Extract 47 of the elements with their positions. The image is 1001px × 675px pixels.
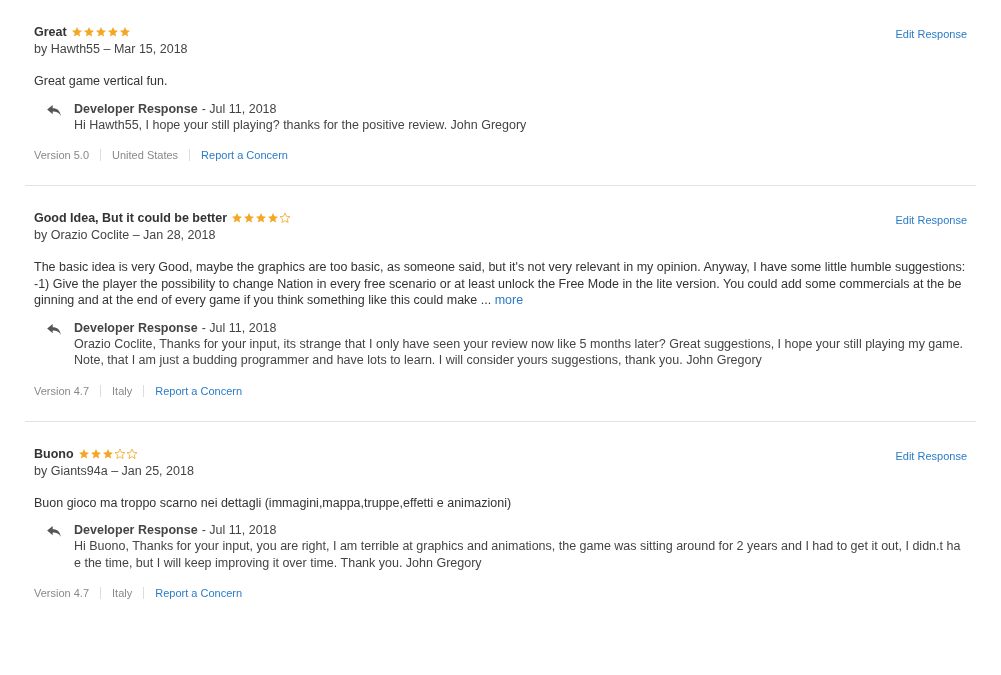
reply-arrow-icon	[47, 104, 62, 116]
edit-response-link[interactable]: Edit Response	[895, 28, 967, 40]
star-icon	[89, 447, 102, 460]
version-label: Version 4.7	[34, 587, 90, 599]
report-concern-link[interactable]: Report a Concern	[143, 587, 243, 599]
review-title: Buono	[34, 446, 74, 461]
response-date: - Jul 11, 2018	[201, 523, 277, 537]
star-icon	[101, 447, 114, 460]
version-label: Version 4.7	[34, 384, 90, 397]
country-label: Italy	[100, 384, 133, 397]
review-byline: by Orazio Coclite – Jan 28, 2018	[34, 228, 217, 242]
star-icon	[77, 447, 90, 460]
review-text: Buon gioco ma troppo scarno nei dettagli (immagini,mappa,truppe,effetti e animazioni)	[34, 494, 513, 511]
star-icon	[94, 26, 107, 38]
response-text: Hi Buono, Thanks for your input, you are right, I am terrible at graphics and animations, the game was sitting around for 2 years and I had to get it out, I didn.t hae the time, but I will keep improving it over time. Thank you. John Gregory	[74, 538, 962, 571]
review-byline: by Hawth55 – Mar 15, 2018	[34, 42, 188, 56]
response-text: Orazio Coclite, Thanks for your input, its strange that I only have seen your review now like 5 months later? Great suggestions, I hope your still playing my game. Note, that I am just a budding programmer and have lots to learn. I will consider yours suggestions, thank you. John Gregory	[74, 335, 965, 369]
review-byline: by Giants94a – Jan 25, 2018	[34, 463, 194, 478]
star-icon	[255, 212, 268, 224]
star-icon	[267, 212, 280, 224]
review-title: Great	[34, 25, 67, 39]
report-concern-link[interactable]: Report a Concern	[143, 384, 243, 397]
star-icon	[82, 26, 95, 38]
review-text: Great game vertical fun.	[34, 73, 169, 90]
more-link[interactable]: more	[494, 293, 524, 307]
edit-response-link[interactable]: Edit Response	[895, 449, 967, 462]
response-date: - Jul 11, 2018	[201, 320, 277, 335]
report-concern-link[interactable]: Report a Concern	[189, 149, 288, 161]
version-label: Version 5.0	[34, 149, 90, 161]
response-heading: Developer Response	[74, 320, 198, 335]
star-icon	[231, 212, 244, 224]
empty-star-icon	[125, 447, 138, 460]
star-icon	[106, 26, 119, 38]
response-heading: Developer Response	[74, 523, 198, 537]
review-title: Good Idea, But it could be better	[34, 211, 228, 225]
edit-response-link[interactable]: Edit Response	[895, 214, 967, 226]
country-label: Italy	[100, 587, 133, 599]
response-text: Hi Hawth55, I hope your still playing? thanks for the positive review. John Gregory	[74, 116, 528, 133]
star-icon	[70, 26, 83, 38]
reply-arrow-icon	[47, 526, 62, 537]
reply-arrow-icon	[47, 323, 62, 335]
response-heading: Developer Response	[74, 101, 198, 116]
review-text: The basic idea is very Good, maybe the graphics are too basic, as someone said, but it's not very relevant in my opinion. Anyway, I have some little humble suggestions: -1) Give the player the possibility to change Nation in every free scenario or at least unlock the Free Mode in the lite version. You could add some commercials at the beginning and at the end of every game if you think something like this could make ... more	[34, 259, 967, 309]
star-icon	[118, 26, 131, 38]
response-date: - Jul 11, 2018	[201, 101, 277, 116]
country-label: United States	[100, 149, 179, 161]
star-icon	[243, 212, 256, 224]
